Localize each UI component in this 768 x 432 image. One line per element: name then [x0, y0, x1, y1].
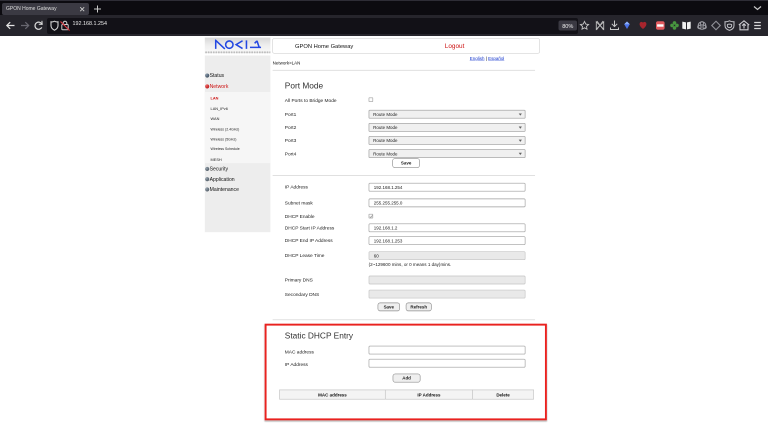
svg-text:80%: 80%	[562, 24, 573, 30]
